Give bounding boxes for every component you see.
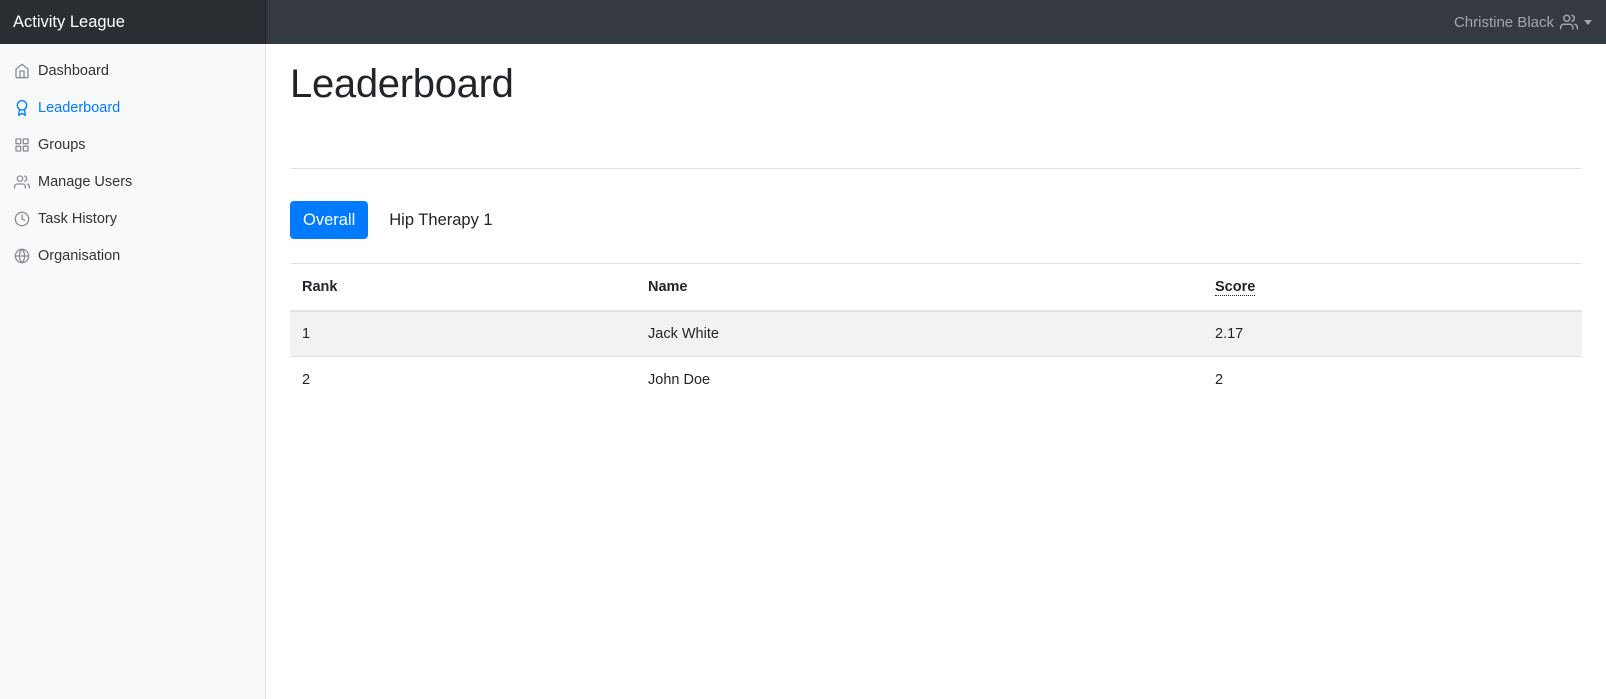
sidebar-item-task-history[interactable]: Task History <box>0 200 265 237</box>
tab-hip-therapy-1[interactable]: Hip Therapy 1 <box>376 201 505 239</box>
sidebar-item-label: Organisation <box>38 247 121 264</box>
sidebar-item-label: Dashboard <box>38 62 109 79</box>
rank-cell: 2 <box>302 371 311 388</box>
clock-icon <box>14 211 30 226</box>
sidebar-item-organisation[interactable]: Organisation <box>0 237 265 274</box>
chevron-down-icon <box>1584 20 1592 25</box>
tab-overall[interactable]: Overall <box>290 201 369 239</box>
column-header-name: Name <box>636 263 1203 312</box>
name-cell: Jack White <box>636 310 1203 357</box>
page-title: Leaderboard <box>290 62 514 106</box>
app-brand[interactable]: Activity League <box>0 0 266 44</box>
score-header-label[interactable]: Score <box>1215 278 1256 296</box>
sidebar-item-manage-users[interactable]: Manage Users <box>0 163 265 200</box>
users-icon <box>1560 14 1578 30</box>
sidebar-item-leaderboard[interactable]: Leaderboard <box>0 89 265 126</box>
home-icon <box>15 63 29 78</box>
leaderboard-table: Rank Name Score 1 Jack White 2.17 2 John… <box>290 263 1582 403</box>
sidebar-item-label: Groups <box>38 136 86 153</box>
name-cell: John Doe <box>648 371 711 388</box>
sidebar-item-groups[interactable]: Groups <box>0 126 265 163</box>
main-content: Leaderboard Overall Hip Therapy 1 Rank N… <box>266 44 1606 699</box>
divider <box>290 168 1582 169</box>
sidebar: Dashboard Leaderboard Groups Manage User… <box>0 44 266 699</box>
sidebar-item-label: Task History <box>38 210 117 227</box>
table-header-row: Rank Name Score <box>290 263 1582 312</box>
sidebar-item-label: Leaderboard <box>38 99 121 116</box>
users-icon <box>14 174 30 189</box>
sidebar-item-dashboard[interactable]: Dashboard <box>0 52 265 89</box>
globe-icon <box>14 248 30 263</box>
table-row: 2 John Doe 2 <box>290 357 1582 403</box>
user-name: Christine Black <box>1453 13 1554 31</box>
top-navbar: Activity League Christine Black <box>0 0 1606 44</box>
sidebar-item-label: Manage Users <box>38 173 133 190</box>
score-cell: 2.17 <box>1203 310 1582 357</box>
table-row: 1 Jack White 2.17 <box>290 310 1582 357</box>
column-header-rank: Rank <box>290 263 636 312</box>
user-menu-dropdown[interactable]: Christine Black <box>1454 0 1592 44</box>
award-icon <box>16 99 28 116</box>
score-cell: 2 <box>1215 371 1224 388</box>
column-header-score: Score <box>1203 263 1582 312</box>
rank-cell: 1 <box>290 310 636 357</box>
leaderboard-tabs: Overall Hip Therapy 1 <box>290 201 514 239</box>
grid-icon <box>15 137 29 152</box>
